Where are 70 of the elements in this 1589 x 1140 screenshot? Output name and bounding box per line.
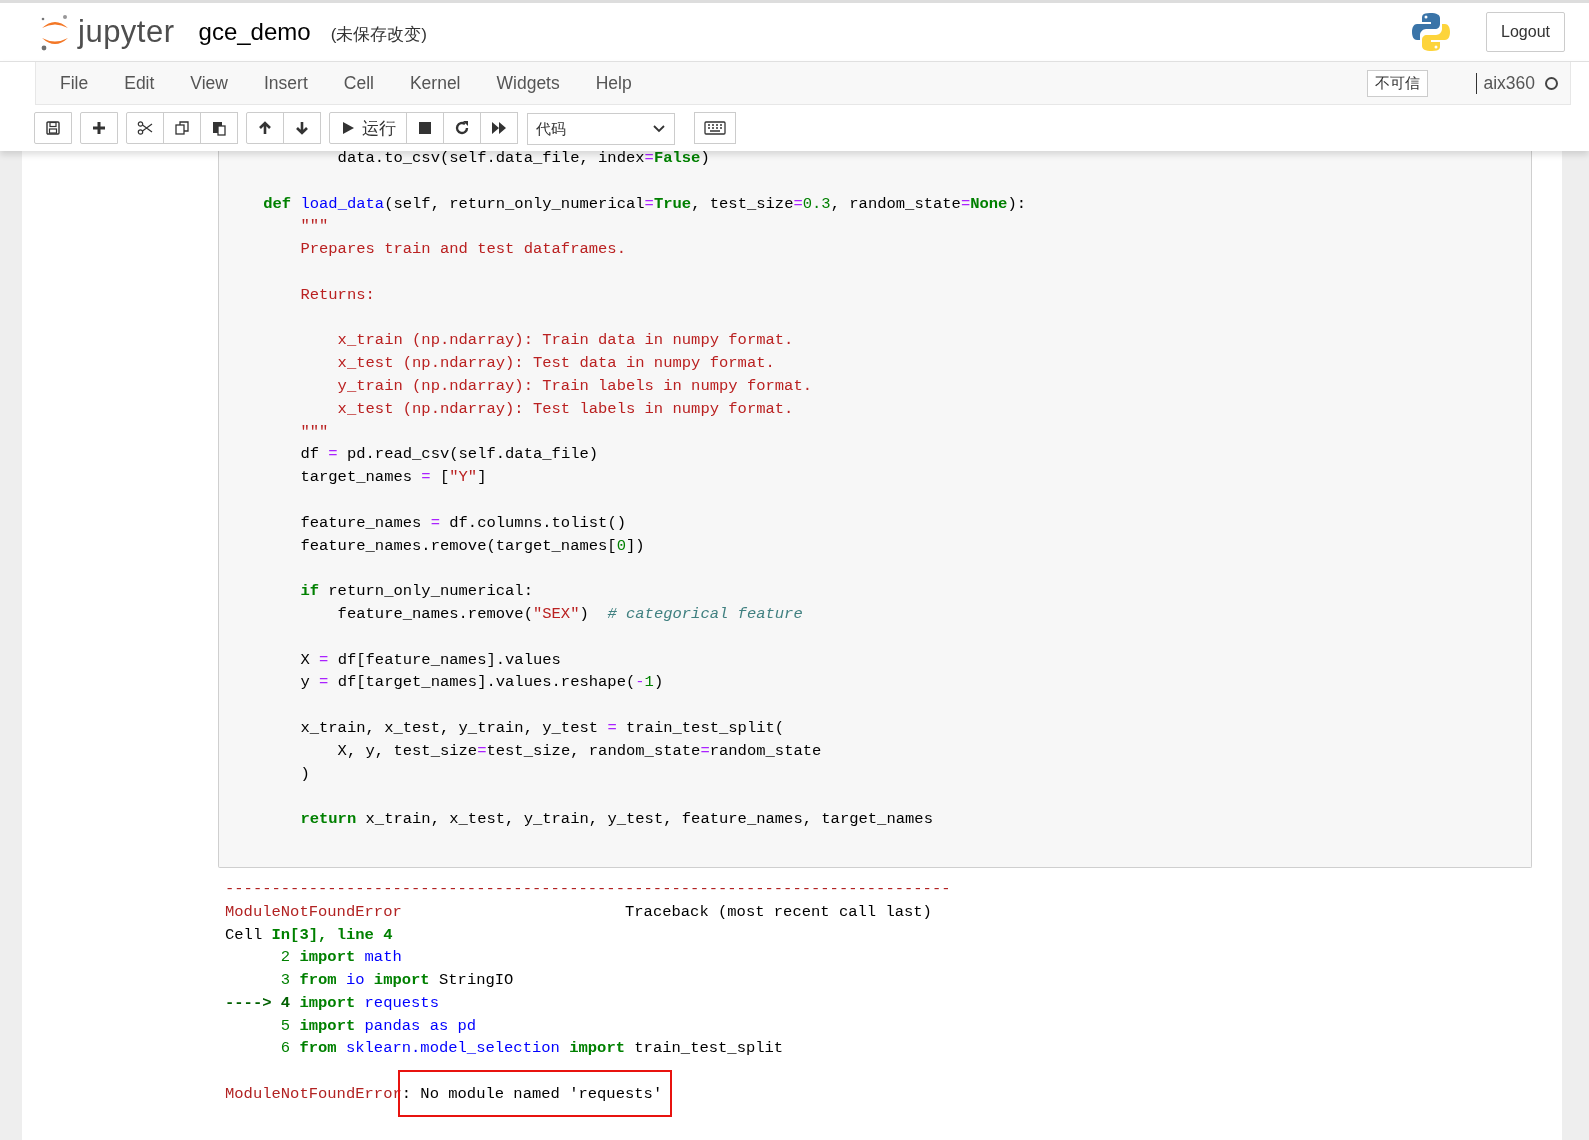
code-line: x_train, x_test, y_train, y_test = train_test_split( (299, 718, 785, 737)
cell-type-dropdown[interactable]: 代码 (527, 113, 675, 145)
notebook-name[interactable]: gce_demo (198, 18, 311, 46)
code-line: data.to_csv(self.data_file, index=False) (336, 149, 710, 167)
code-line: X, y, test_size=test_size, random_state=random_state (336, 741, 822, 760)
toolbar-button[interactable]: 运行 (329, 112, 407, 144)
menu-item[interactable]: Kernel (391, 72, 479, 94)
code-line: ModuleNotFoundError Traceback (most recent call last) (225, 902, 932, 921)
menu-item[interactable]: View (172, 72, 246, 94)
code-line: x_train (np.ndarray): Train data in numpy format. (336, 331, 794, 350)
logout-button[interactable]: Logout (1486, 12, 1565, 52)
toolbar-button[interactable] (406, 112, 444, 144)
menu-item[interactable]: Widgets (478, 72, 578, 94)
code-line: ------------------------------------------------------------------------------ (225, 879, 951, 898)
scissors-icon (137, 120, 153, 136)
code-line: Cell In[3], line 4 (225, 925, 393, 944)
toolbar-button[interactable] (246, 112, 284, 144)
toolbar-button[interactable] (283, 112, 321, 144)
code-line: x_test (np.ndarray): Test labels in numpy format. (336, 399, 794, 418)
code-line: def load_data(self, return_only_numerical=True, test_size=0.3, random_state=None): (262, 194, 1027, 213)
plus-icon (91, 120, 107, 136)
save-icon (45, 120, 61, 136)
code-line: return x_train, x_test, y_train, y_test, feature_names, target_names (299, 810, 933, 829)
menu-item[interactable]: Cell (325, 72, 392, 94)
code-line: feature_names = df.columns.tolist() (299, 513, 626, 532)
code-line: """ (299, 217, 329, 236)
code-line: Prepares train and test dataframes. (299, 240, 626, 259)
copy-icon (174, 120, 190, 136)
toolbar-button[interactable] (200, 112, 238, 144)
play-icon (340, 120, 356, 136)
down-arrow-icon (294, 120, 310, 136)
code-line: ) (299, 764, 310, 783)
keyboard-button[interactable] (694, 112, 736, 144)
keyboard-icon (704, 121, 726, 135)
fast-forward-icon (491, 120, 507, 136)
toolbar-button[interactable] (480, 112, 518, 144)
stop-icon (417, 120, 433, 136)
menu-item[interactable]: Help (577, 72, 650, 94)
code-line: if return_only_numerical: (299, 582, 533, 601)
code-line: target_names = ["Y"] (299, 468, 487, 487)
logo-wordmark: jupyter (78, 14, 175, 50)
toolbar-button[interactable] (163, 112, 201, 144)
toolbar-button[interactable] (34, 112, 72, 144)
code-line: Returns: (299, 285, 375, 304)
code-line: 5 import pandas as pd (279, 1016, 477, 1035)
menu-item[interactable]: Edit (106, 72, 173, 94)
menu-item[interactable]: File (42, 72, 107, 94)
code-line: 6 from sklearn.model_selection import train_test_split (279, 1039, 784, 1058)
python-logo-icon (1412, 12, 1451, 52)
code-line: y_train (np.ndarray): Train labels in numpy format. (336, 376, 812, 395)
code-line: x_test (np.ndarray): Test data in numpy format. (336, 354, 775, 373)
toolbar-button[interactable] (443, 112, 481, 144)
restart-icon (454, 120, 470, 136)
paste-icon (211, 120, 227, 136)
code-line: 3 from io import StringIO (279, 971, 514, 990)
code-line: """ (299, 422, 329, 441)
trust-badge[interactable]: 不可信 (1367, 69, 1429, 97)
code-line: feature_names.remove("SEX") # categorical feature (336, 604, 803, 623)
code-line: df = pd.read_csv(self.data_file) (299, 445, 599, 464)
code-line: feature_names.remove(target_names[0]) (299, 536, 645, 555)
save-status: (未保存改变) (330, 23, 427, 46)
toolbar-button[interactable] (126, 112, 164, 144)
code-line: ----> 4 import requests (225, 993, 439, 1012)
toolbar-button[interactable] (80, 112, 118, 144)
up-arrow-icon (257, 120, 273, 136)
menu-item[interactable]: Insert (246, 72, 326, 94)
kernel-name: aix360 (1476, 72, 1535, 94)
code-line: 2 import math (279, 948, 402, 967)
code-line: y = df[target_names].values.reshape(-1) (299, 673, 664, 692)
code-line: X = df[feature_names].values (299, 650, 561, 669)
